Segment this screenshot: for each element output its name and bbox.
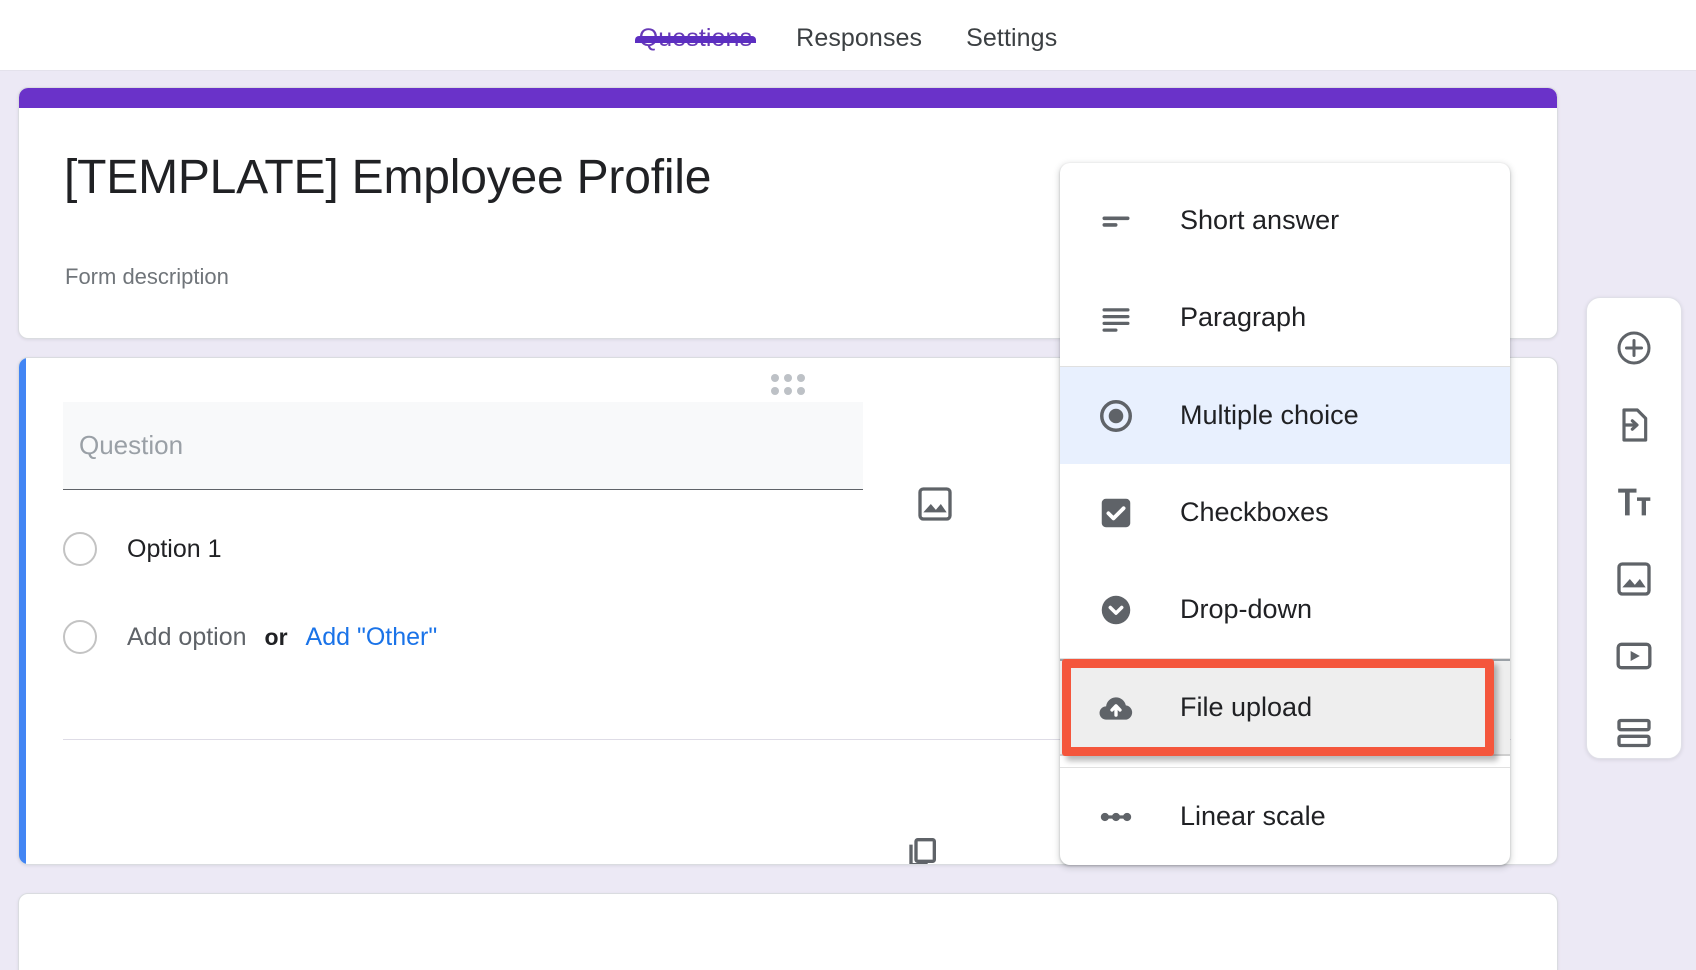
google-forms-editor: Questions Responses Settings [TEMPLATE] … [0, 0, 1696, 970]
circle-plus-icon [1614, 328, 1654, 368]
add-question-image-button[interactable] [905, 474, 965, 534]
form-title[interactable]: [TEMPLATE] Employee Profile [64, 150, 711, 205]
menu-item-short-answer[interactable]: Short answer [1060, 172, 1510, 269]
add-other-link[interactable]: Add "Other" [306, 623, 438, 652]
file-upload-menu-wrapper: File upload [1060, 659, 1510, 756]
cloud-upload-icon [1094, 686, 1138, 730]
menu-item-label: File upload [1180, 692, 1312, 723]
short-answer-icon [1094, 199, 1138, 243]
form-theme-strip [19, 88, 1557, 108]
question-type-menu: Short answer Paragraph Multipl [1060, 163, 1510, 865]
tab-responses[interactable]: Responses [774, 0, 944, 53]
or-label: or [265, 624, 288, 651]
menu-item-label: Drop-down [1180, 594, 1312, 625]
section-icon [1614, 713, 1654, 753]
image-icon [915, 484, 955, 524]
checkbox-icon [1094, 491, 1138, 535]
tab-settings[interactable]: Settings [944, 0, 1079, 53]
radio-unselected-icon [63, 620, 97, 654]
paragraph-icon [1094, 296, 1138, 340]
question-input[interactable] [63, 402, 863, 490]
menu-item-label: Short answer [1180, 205, 1339, 236]
add-section-button[interactable] [1608, 707, 1660, 758]
form-side-toolbar [1586, 297, 1682, 759]
add-title-description-button[interactable] [1608, 476, 1660, 527]
radio-selected-icon [1094, 394, 1138, 438]
menu-item-linear-scale[interactable]: Linear scale [1060, 768, 1510, 865]
form-tab-bar: Questions Responses Settings [0, 0, 1696, 71]
menu-item-file-upload[interactable]: File upload [1060, 659, 1510, 756]
menu-item-label: Paragraph [1180, 302, 1306, 333]
image-icon [1614, 559, 1654, 599]
title-text-icon [1614, 482, 1654, 522]
menu-item-label: Linear scale [1180, 801, 1326, 832]
radio-unselected-icon [63, 532, 97, 566]
import-file-icon [1614, 405, 1654, 445]
menu-item-multiple-choice[interactable]: Multiple choice [1060, 367, 1510, 464]
next-form-card [18, 893, 1558, 970]
option-label[interactable]: Option 1 [127, 535, 222, 564]
tab-list: Questions Responses Settings [617, 0, 1080, 71]
add-image-button[interactable] [1608, 553, 1660, 604]
menu-item-label: Multiple choice [1180, 400, 1359, 431]
linear-scale-icon [1094, 795, 1138, 839]
add-option-label[interactable]: Add option [127, 623, 247, 652]
duplicate-icon [901, 833, 941, 865]
import-questions-button[interactable] [1608, 399, 1660, 450]
menu-item-label: Checkboxes [1180, 497, 1329, 528]
add-option-row[interactable]: Add option or Add "Other" [63, 620, 437, 654]
video-icon [1614, 636, 1654, 676]
dropdown-arrow-icon [1094, 588, 1138, 632]
menu-item-checkboxes[interactable]: Checkboxes [1060, 464, 1510, 561]
duplicate-question-button[interactable] [893, 825, 949, 865]
add-video-button[interactable] [1608, 630, 1660, 681]
menu-item-paragraph[interactable]: Paragraph [1060, 269, 1510, 366]
form-description[interactable]: Form description [65, 264, 229, 290]
menu-item-drop-down[interactable]: Drop-down [1060, 561, 1510, 658]
option-row[interactable]: Option 1 [63, 532, 222, 566]
add-question-button[interactable] [1608, 322, 1660, 373]
menu-spacer [1060, 756, 1510, 767]
drag-handle-icon[interactable] [771, 374, 805, 395]
tab-questions[interactable]: Questions [617, 0, 774, 53]
